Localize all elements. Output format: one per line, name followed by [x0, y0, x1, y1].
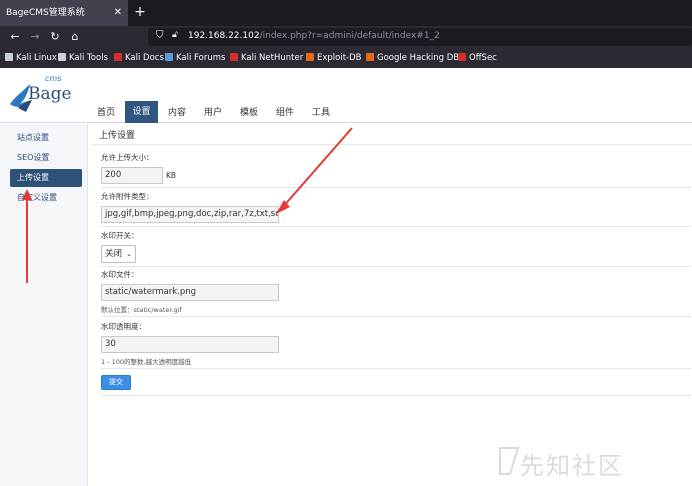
bookmark-icon — [306, 53, 314, 61]
bookmark-kali-docs[interactable]: Kali Docs — [114, 52, 164, 64]
bookmark-kali-forums[interactable]: Kali Forums — [165, 52, 225, 64]
bookmark-label: Kali NetHunter — [241, 53, 304, 63]
watermark-file-hint: 默认位置：static/water.gif — [101, 306, 182, 314]
bookmark-icon — [230, 53, 238, 61]
file-types-label: 允许附件类型： — [101, 192, 154, 201]
reload-icon[interactable]: ↻ — [48, 29, 62, 45]
url-text: 192.168.22.102/index.php?r=admini/defaul… — [188, 31, 440, 41]
browser-tab-bar: BageCMS管理系统 ✕ + — [0, 0, 692, 26]
opacity-input[interactable]: 30 — [101, 336, 279, 353]
bookmark-kali-nethunter[interactable]: Kali NetHunter — [230, 52, 303, 64]
nav-templates[interactable]: 模板 — [233, 103, 265, 123]
page-title: 上传设置 — [92, 127, 692, 145]
bookmark-label: Kali Tools — [69, 53, 108, 63]
close-tab-icon[interactable]: ✕ — [114, 0, 122, 26]
bookmark-label: Kali Forums — [176, 53, 226, 63]
browser-toolbar: ← → ↻ ⌂ ⛉ 🔓︎ 192.168.22.102/index.php?r=… — [0, 26, 692, 48]
bookmark-label: Exploit-DB — [317, 53, 362, 63]
nav-content[interactable]: 内容 — [161, 103, 193, 123]
bookmark-kali-tools[interactable]: Kali Tools — [58, 52, 108, 64]
settings-form: 上传设置 允许上传大小： 200 KB 允许附件类型： jpg,gif,bmp,… — [92, 124, 692, 464]
divider — [101, 395, 691, 396]
bookmark-label: Kali Linux — [16, 53, 57, 63]
logo-sup: cms — [45, 74, 62, 83]
nav-tools[interactable]: 工具 — [305, 103, 337, 123]
divider — [101, 368, 691, 369]
upload-size-label: 允许上传大小： — [101, 153, 154, 162]
address-bar[interactable]: ⛉ 🔓︎ 192.168.22.102/index.php?r=admini/d… — [148, 28, 692, 46]
opacity-hint: 1 - 100的整数,越大透明度越低 — [101, 358, 192, 366]
watermark-switch-select[interactable]: 关闭 ⌄ — [101, 245, 136, 263]
logo-text: Bage — [28, 84, 72, 104]
bookmark-label: Google Hacking DB — [377, 53, 460, 63]
chevron-down-icon: ⌄ — [126, 250, 132, 258]
bookmark-icon — [58, 53, 66, 61]
sidebar-item-upload[interactable]: 上传设置 — [10, 169, 82, 187]
back-arrow-icon[interactable]: ← — [8, 29, 22, 45]
file-types-input[interactable]: jpg,gif,bmp,jpeg,png,doc,zip,rar,7z,txt,… — [101, 206, 279, 223]
divider — [101, 266, 691, 267]
shield-icon: ⛉ — [156, 30, 164, 41]
divider — [101, 316, 691, 317]
bookmark-kali-linux[interactable]: Kali Linux — [5, 52, 57, 64]
nav-home[interactable]: 首页 — [90, 103, 122, 123]
bookmark-google-hacking-db[interactable]: Google Hacking DB — [366, 52, 459, 64]
sidebar-item-seo[interactable]: SEO设置 — [10, 149, 82, 167]
upload-size-unit: KB — [166, 171, 177, 180]
bookmark-icon — [114, 53, 122, 61]
watermark-logo-icon — [499, 447, 520, 475]
nav-users[interactable]: 用户 — [197, 103, 229, 123]
sidebar-item-site[interactable]: 站点设置 — [10, 129, 82, 147]
upload-size-input[interactable]: 200 — [101, 167, 163, 184]
watermark-file-input[interactable]: static/watermark.png — [101, 284, 279, 301]
watermark-file-label: 水印文件： — [101, 270, 139, 279]
home-icon[interactable]: ⌂ — [68, 29, 82, 45]
bookmark-icon — [5, 53, 13, 61]
cms-app: cms Bage 首页 设置 内容 用户 模板 组件 工具 站点设置 SEO设置… — [0, 68, 692, 486]
new-tab-button[interactable]: + — [133, 0, 147, 26]
divider — [101, 226, 691, 227]
tab-title: BageCMS管理系统 — [6, 8, 85, 18]
bookmark-label: Kali Docs — [125, 53, 164, 63]
submit-button[interactable]: 提交 — [101, 375, 131, 390]
nav-components[interactable]: 组件 — [269, 103, 301, 123]
bookmark-icon — [458, 53, 466, 61]
bookmark-offsec[interactable]: OffSec — [458, 52, 497, 64]
bookmark-icon — [165, 53, 173, 61]
insecure-lock-icon[interactable]: 🔓︎ — [172, 30, 178, 40]
divider — [101, 187, 691, 188]
opacity-label: 水印透明度： — [101, 322, 146, 331]
watermark-text: 先知社区 — [520, 452, 624, 480]
sidebar: 站点设置 SEO设置 上传设置 自定义设置 — [0, 124, 88, 486]
bookmark-label: OffSec — [469, 53, 497, 63]
browser-tab[interactable]: BageCMS管理系统 ✕ — [0, 0, 128, 26]
forward-arrow-icon[interactable]: → — [28, 29, 42, 45]
sidebar-item-custom[interactable]: 自定义设置 — [10, 189, 82, 207]
bookmark-icon — [366, 53, 374, 61]
nav-settings[interactable]: 设置 — [125, 101, 158, 123]
bookmark-exploit-db[interactable]: Exploit-DB — [306, 52, 362, 64]
bookmarks-bar: Kali Linux Kali Tools Kali Docs Kali Forums… — [0, 48, 692, 68]
app-header: cms Bage 首页 设置 内容 用户 模板 组件 工具 — [0, 68, 692, 123]
watermark-switch-label: 水印开关： — [101, 231, 139, 240]
